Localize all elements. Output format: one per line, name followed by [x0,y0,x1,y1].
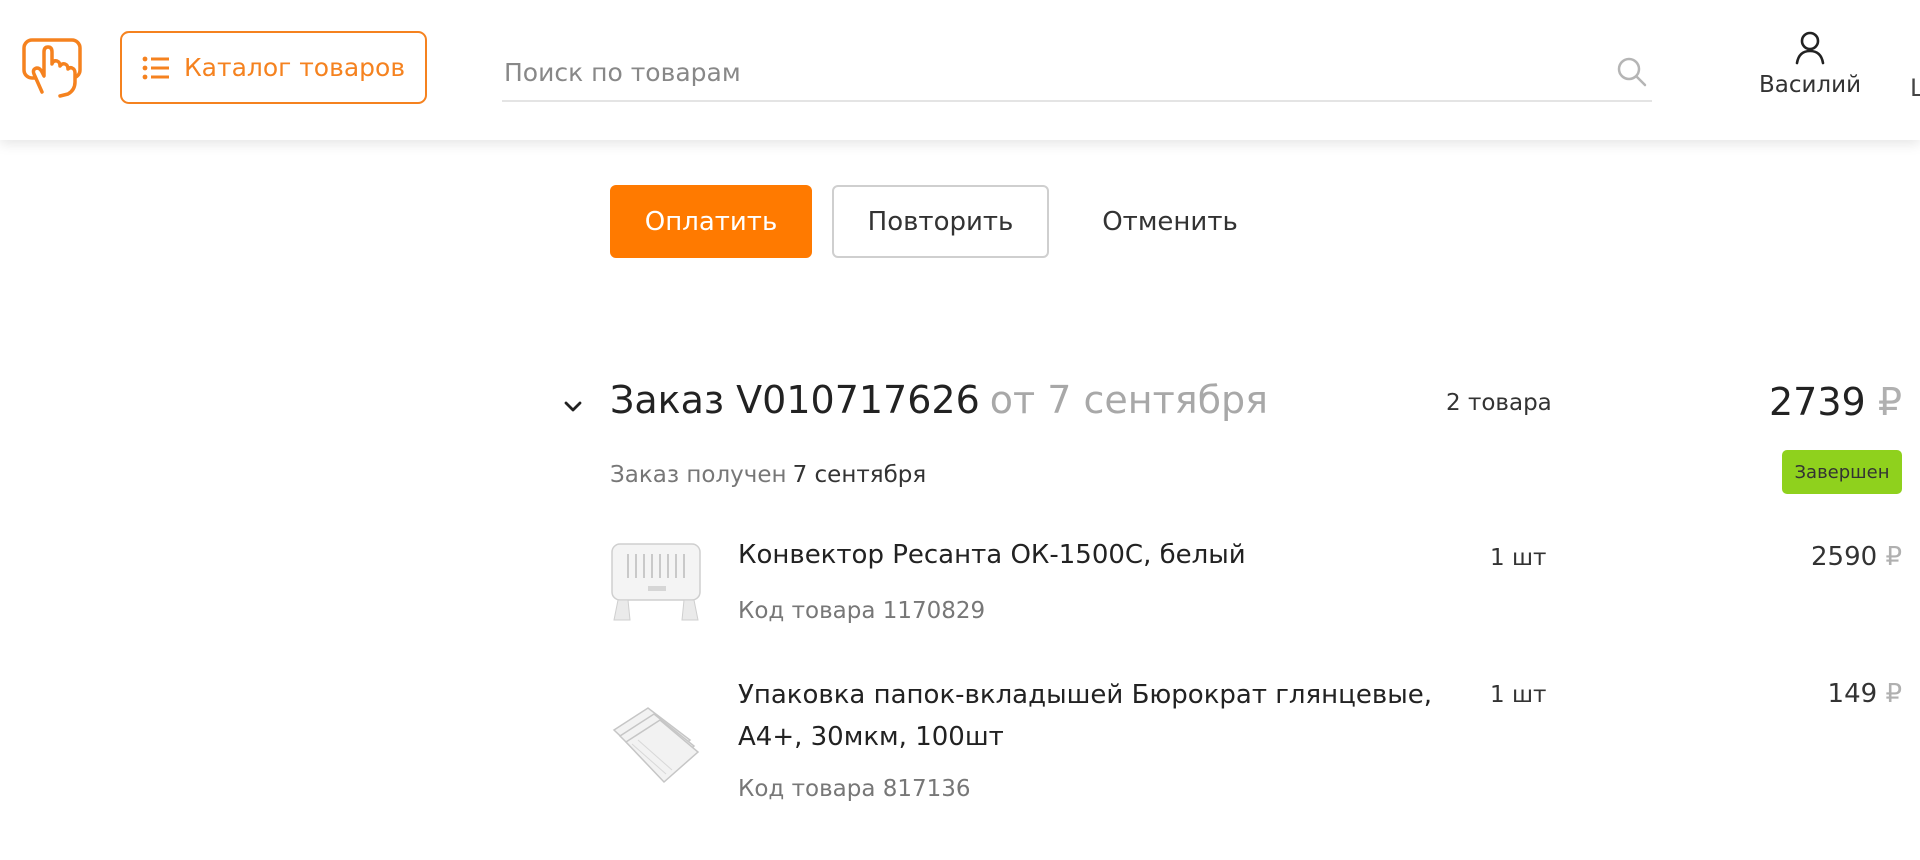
cancel-order-button[interactable]: Отменить [1080,185,1260,258]
order-total-value: 2739 [1769,380,1866,424]
catalog-button-label: Каталог товаров [183,53,406,82]
status-badge: Завершен [1782,450,1902,494]
currency-symbol: ₽ [1885,679,1902,709]
received-label: Заказ получен [610,462,787,488]
search-icon[interactable] [1616,56,1648,88]
catalog-button[interactable]: Каталог товаров [120,31,427,104]
item-code: Код товара 1170829 [738,598,986,624]
order-date: от 7 сентября [989,378,1269,422]
order-received: Заказ получен 7 сентября [610,462,926,488]
order-title: Заказ V010717626 от 7 сентября [610,378,1268,422]
search-input[interactable] [504,48,1584,96]
order-number: Заказ V010717626 [610,378,980,422]
file-sleeves-image[interactable] [608,700,704,788]
convector-heater-image[interactable] [608,540,704,628]
item-price-value: 149 [1827,679,1878,709]
search-bar [502,48,1652,102]
item-price-value: 2590 [1811,542,1878,572]
currency-symbol: ₽ [1877,380,1902,424]
item-quantity: 1 шт [1490,545,1547,571]
item-price: 2590 ₽ [1811,542,1902,572]
hand-pointer-logo-icon[interactable] [20,34,86,100]
list-icon [142,56,169,79]
order-total: 2739 ₽ [1769,380,1902,424]
pay-button[interactable]: Оплатить [610,185,812,258]
user-icon [1795,31,1825,65]
currency-symbol: ₽ [1885,542,1902,572]
item-code: Код товара 817136 [738,776,971,802]
item-quantity: 1 шт [1490,682,1547,708]
item-price: 149 ₽ [1828,679,1902,709]
item-name[interactable]: Конвектор Ресанта ОК-1500С, белый [738,534,1438,576]
cut-off-nav-item[interactable]: Ц [1910,74,1920,102]
user-name: Василий [1758,72,1862,98]
site-header: Каталог товаров Василий Ц [0,0,1920,140]
received-date: 7 сентября [792,462,927,488]
order-items-count: 2 товара [1446,390,1552,416]
chevron-down-icon[interactable] [560,394,586,420]
item-name[interactable]: Упаковка папок-вкладышей Бюрократ глянце… [738,674,1438,758]
user-account[interactable]: Василий [1750,30,1870,110]
repeat-order-button[interactable]: Повторить [832,185,1049,258]
